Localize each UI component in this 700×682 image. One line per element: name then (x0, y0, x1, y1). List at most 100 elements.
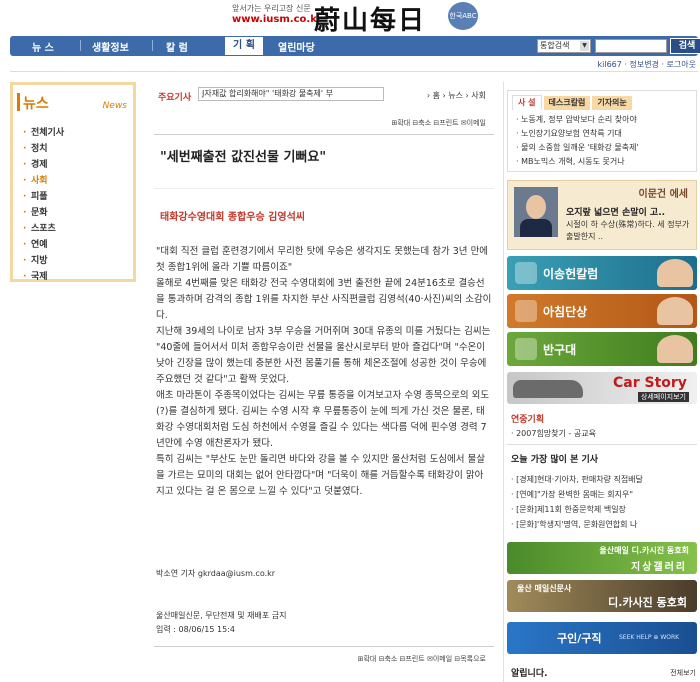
search-input[interactable] (595, 39, 667, 53)
sidebar-item-all[interactable]: 전체기사 (21, 125, 64, 141)
essay-column[interactable]: 이문건 에세 오지랖 넓으면 손말이 고.. 시절이 하 수상(殊常)하다. 세… (507, 180, 697, 250)
right-sidebar: 사 설 데스크칼럼 기자의눈 · 노동계, 정부 압박보다 순리 찾아야 · 노인장… (507, 82, 700, 682)
site-slogan: 앞서가는 우리고장 신문 (232, 4, 311, 13)
list-item[interactable]: · 노인장기요양보험 연착륙 기대 (516, 127, 639, 141)
banner-bangudae[interactable]: 반구대 (507, 332, 697, 366)
yearly-feature-title: 연중기획 (511, 415, 545, 425)
search-scope-value: 통합검색 (540, 41, 570, 50)
banner-label: 반구대 (543, 343, 577, 357)
list-item[interactable]: · 물의 소중함 일깨운 '태화강 물축제' (516, 141, 639, 155)
headline-ticker[interactable]: J자재값 합리화해야" '태화강 물축제' 부 (198, 87, 384, 101)
nav-item-forum[interactable]: 열린마당 (278, 39, 315, 54)
article-tools-top[interactable]: ⊞확대 ⊟축소 ⊟프린트 ✉이메일 (391, 118, 486, 128)
editorial-tabs: 사 설 데스크칼럼 기자의눈 (512, 95, 634, 110)
article-tools-bottom[interactable]: ⊞확대 ⊟축소 ⊟프린트 ✉이메일 ⊟목록으로 (358, 654, 486, 664)
article-paragraph: 애초 마라톤이 주종목이었다는 김씨는 무릎 통증을 이겨보고자 수영 종목으로… (156, 390, 490, 449)
editorial-box: 사 설 데스크칼럼 기자의눈 · 노동계, 정부 압박보다 순리 찾아야 · 노인장… (507, 90, 697, 172)
car-icon (513, 380, 583, 398)
list-item[interactable]: · [경제]현대·기아차, 판매차량 직접배달 (511, 472, 643, 487)
article-paragraph: 지난해 39세의 나이로 남자 3부 우승을 거머쥐며 30대 유종의 미를 거… (156, 326, 491, 385)
book-icon (515, 338, 537, 360)
column-description: 시절이 하 수상(殊常)하다. 세 정부가 출발한지 .. (566, 220, 690, 241)
sidebar-item-society[interactable]: 사회 (21, 173, 64, 189)
banner-label: 이송헌칼럼 (543, 267, 599, 281)
sidebar-item-culture[interactable]: 문화 (21, 205, 64, 221)
search-scope-select[interactable]: 통합검색 ▼ (537, 39, 591, 53)
sidebar-item-politics[interactable]: 정치 (21, 141, 64, 157)
article-paragraph: 올해로 4번째를 맞은 태화강 전국 수영대회에 3번 출전한 끝에 24분16… (156, 278, 492, 321)
sidebar-item-people[interactable]: 피플 (21, 189, 64, 205)
notice-title: 알립니다. (511, 669, 548, 679)
banner-label: 디.카사진 동호회 (608, 596, 687, 609)
section-title-bar (17, 93, 20, 111)
nav-item-feature-label: 기 획 (233, 40, 255, 51)
nav-item-living[interactable]: 생활정보 (92, 39, 129, 54)
banner-photo-gallery[interactable]: 울산매일 디.카시진 동호회 지상갤러리 (507, 542, 697, 574)
article-byline: 박소연 기자 gkrdaa@iusm.co.kr (156, 569, 276, 578)
tab-reporter-eye[interactable]: 기자의눈 (592, 96, 632, 110)
banner-morning-thoughts[interactable]: 아침단상 (507, 294, 697, 328)
article-published-time: 입력 : 08/06/15 15:4 (156, 625, 235, 634)
sidebar-item-international[interactable]: 국제 (21, 269, 64, 285)
article-subhead: 태화강수영대회 종합우승 김영석씨 (160, 212, 305, 223)
tab-desk-column[interactable]: 데스크칼럼 (543, 96, 591, 110)
list-item[interactable]: · [연예]"가장 완벽한 몸매는 회지우" (511, 487, 643, 502)
banner-label: 아침단상 (543, 305, 588, 319)
article-paragraph: 특히 김씨는 "부산도 눈만 돌리면 바다와 강을 볼 수 있지만 울산처럼 도… (156, 454, 486, 497)
notice-more-link[interactable]: 전체보기 (670, 668, 696, 678)
banner-label: 울산매일 디.카시진 동호회 (599, 546, 689, 555)
most-read-title: 오늘 가장 많이 본 기사 (511, 455, 599, 465)
nav-divider (152, 40, 153, 51)
article-copyright: 울산매일신문, 무단전재 및 재배포 금지 (156, 611, 287, 620)
sidebar-item-sports[interactable]: 스포츠 (21, 221, 64, 237)
divider (154, 188, 494, 189)
columnist-photo (514, 187, 558, 237)
nav-item-feature[interactable]: 기 획 (224, 36, 264, 56)
chevron-down-icon: ▼ (580, 41, 589, 51)
article-area: 주요기사 J자재값 합리화해야" '태화강 물축제' 부 › 홈 › 뉴스 › … (150, 82, 498, 682)
banner-lee-column[interactable]: 이송헌칼럼 (507, 256, 697, 290)
site-header: 앞서가는 우리고장 신문 www.iusm.co.kr 蔚山每日 한국ABC (0, 0, 700, 37)
list-item[interactable]: · [문화]'학생지'명역, 문화원연합회 나 (511, 517, 643, 532)
column-title[interactable]: 오지랖 넓으면 손말이 고.. (566, 205, 665, 218)
yearly-feature-item[interactable]: · 2007힘망찾기 - 공교육 (511, 428, 596, 439)
nav-divider (80, 40, 81, 51)
most-read-list: · [경제]현대·기아차, 판매차량 직접배달 · [연예]"가장 완벽한 몸매… (511, 472, 643, 532)
divider (507, 444, 697, 445)
banner-label: Car Story (613, 375, 687, 391)
banner-label: 울산 매일신문사 (517, 584, 572, 593)
banner-label: 구인/구직 (557, 632, 602, 645)
banner-jobs[interactable]: 구인/구직 SEEK HELP ⊕ WORK (507, 622, 697, 654)
banner-car-story[interactable]: Car Story 상세페이지보기 (507, 372, 697, 404)
tab-editorial[interactable]: 사 설 (512, 95, 542, 110)
banner-sub-link[interactable]: 상세페이지보기 (637, 392, 689, 402)
user-links[interactable]: kil667 · 정보변경 · 로그아웃 (598, 59, 697, 70)
article-paragraph: "대회 직전 클럽 훈련경기에서 무리한 탓에 우승은 생각지도 못했는데 참가… (156, 246, 489, 273)
search-button[interactable]: 검색 (670, 38, 700, 54)
divider (154, 646, 494, 647)
section-menu: 전체기사 정치 경제 사회 피플 문화 스포츠 연예 지방 국제 (21, 125, 64, 285)
nav-item-news[interactable]: 뉴 스 (32, 39, 54, 54)
sidebar-item-local[interactable]: 지방 (21, 253, 64, 269)
section-title: 뉴스 (23, 96, 49, 112)
sidebar-item-entertainment[interactable]: 연예 (21, 237, 64, 253)
list-item[interactable]: · [문화]제11회 한중문학제 백일장 (511, 502, 643, 517)
headline-ticker-label: 주요기사 (158, 93, 192, 103)
columnist-face (526, 195, 546, 219)
columnist-suit (520, 219, 552, 237)
site-url[interactable]: www.iusm.co.kr (232, 14, 322, 25)
editorial-list: · 노동계, 정부 압박보다 순리 찾아야 · 노인장기요양보험 연착륙 기대 … (516, 113, 639, 169)
list-item[interactable]: · 노동계, 정부 압박보다 순리 찾아야 (516, 113, 639, 127)
breadcrumb[interactable]: › 홈 › 뉴스 › 사회 (427, 90, 486, 101)
book-icon (515, 262, 537, 284)
main-nav: 뉴 스 생활정보 칼 럼 기 획 열린마당 통합검색 ▼ 검색 (10, 36, 700, 56)
banner-sub-label: SEEK HELP ⊕ WORK (619, 634, 680, 641)
sidebar-item-economy[interactable]: 경제 (21, 157, 64, 173)
site-logo[interactable]: 蔚山每日 (314, 0, 426, 37)
banner-photo-club[interactable]: 울산 매일신문사 디.카사진 동호회 (507, 580, 697, 612)
columnist-portrait (657, 297, 693, 325)
list-item[interactable]: · MB노믹스 개혁, 시동도 못거나 (516, 155, 639, 169)
column-divider (503, 82, 504, 682)
column-name: 이문건 에세 (638, 189, 688, 200)
nav-item-column[interactable]: 칼 럼 (166, 39, 188, 54)
